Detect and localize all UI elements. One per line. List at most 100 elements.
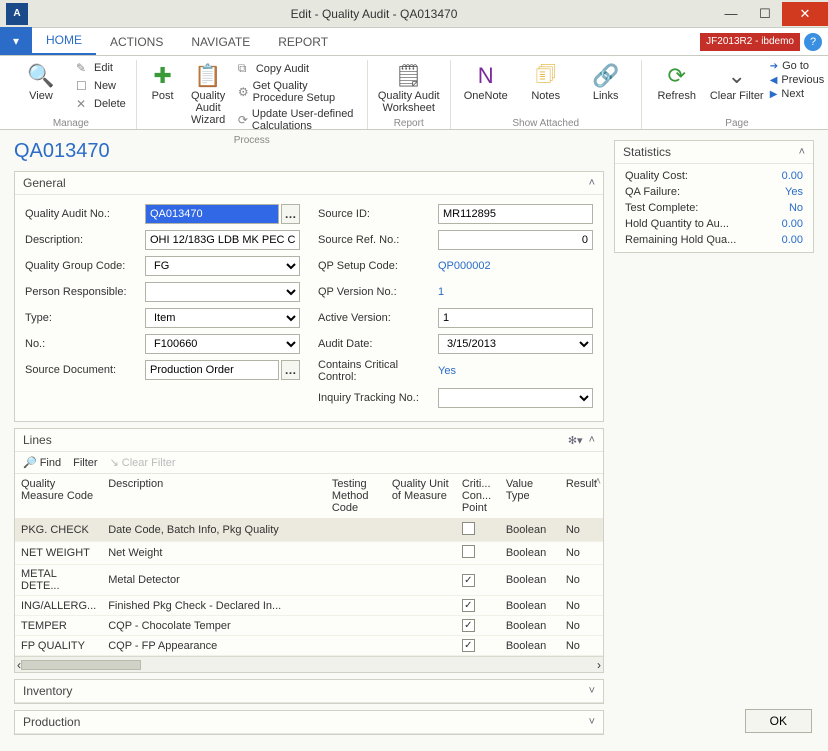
lines-actions-button[interactable]: ✻▾: [568, 434, 583, 447]
col-qum[interactable]: Quality Unit of Measure: [386, 474, 456, 519]
srcdoc-lookup[interactable]: …: [281, 360, 300, 380]
horizontal-scrollbar[interactable]: ‹ ›: [15, 656, 603, 672]
table-row[interactable]: NET WEIGHTNet WeightBooleanNo: [15, 542, 603, 565]
ccc-value[interactable]: Yes: [438, 365, 456, 377]
cell-ccp[interactable]: [456, 542, 500, 565]
stat-value[interactable]: Yes: [785, 186, 803, 198]
qa-no-lookup[interactable]: …: [281, 204, 300, 224]
view-button[interactable]: 🔍 View: [14, 60, 68, 102]
scroll-up-icon[interactable]: ˄: [595, 476, 601, 488]
checkbox[interactable]: ✓: [462, 639, 475, 652]
table-row[interactable]: METAL DETE...Metal Detector✓BooleanNo: [15, 565, 603, 596]
ok-button[interactable]: OK: [745, 709, 812, 733]
collapse-stats-button[interactable]: ˄: [799, 146, 805, 158]
stat-value[interactable]: 0.00: [782, 170, 803, 182]
cell-ccp[interactable]: ✓: [456, 636, 500, 656]
adate-select[interactable]: 3/15/2013: [438, 334, 593, 354]
checkbox[interactable]: [462, 545, 475, 558]
qgc-select[interactable]: FG: [145, 256, 300, 276]
previous-button[interactable]: ◀Previous: [770, 74, 825, 86]
desc-input[interactable]: [145, 230, 300, 250]
panel-general: General ˄ Quality Audit No.:… Descriptio…: [14, 171, 604, 422]
post-label: Post: [152, 90, 174, 102]
table-row[interactable]: ING/ALLERG...Finished Pkg Check - Declar…: [15, 596, 603, 616]
tab-home[interactable]: HOME: [32, 27, 96, 55]
cell-ccp[interactable]: ✓: [456, 616, 500, 636]
filter-button[interactable]: Filter: [73, 457, 97, 469]
collapse-lines-button[interactable]: ˄: [589, 434, 595, 446]
tab-report[interactable]: REPORT: [264, 29, 342, 55]
panel-production[interactable]: Production˅: [14, 710, 604, 735]
copy-audit-button[interactable]: ⧉Copy Audit: [236, 60, 359, 77]
cell-qum: [386, 596, 456, 616]
file-menu[interactable]: ▾: [0, 27, 32, 55]
cell-ccp[interactable]: [456, 519, 500, 542]
pencil-icon: ✎: [76, 61, 90, 75]
cell-qmc: METAL DETE...: [15, 565, 102, 596]
cell-ccp[interactable]: ✓: [456, 565, 500, 596]
help-button[interactable]: ?: [804, 33, 822, 51]
type-select[interactable]: Item: [145, 308, 300, 328]
qa-no-label: Quality Audit No.:: [25, 208, 145, 220]
cell-desc: Net Weight: [102, 542, 326, 565]
clearf-label: Clear Filter: [122, 457, 176, 469]
panel-inventory[interactable]: Inventory˅: [14, 679, 604, 704]
notes-button[interactable]: 🗊Notes: [519, 60, 573, 102]
expand-production-button[interactable]: ˅: [589, 716, 595, 728]
quality-audit-worksheet-button[interactable]: 🗒 Quality Audit Worksheet: [376, 60, 442, 114]
itrack-select[interactable]: [438, 388, 593, 408]
close-button[interactable]: ✕: [782, 2, 828, 26]
col-ccp[interactable]: Criti... Con... Point: [456, 474, 500, 519]
next-button[interactable]: ▶Next: [770, 88, 825, 100]
srcref-input[interactable]: [438, 230, 593, 250]
post-button[interactable]: ✚ Post: [145, 60, 181, 102]
update-calc-button[interactable]: ⟳Update User-defined Calculations: [236, 107, 359, 133]
find-button[interactable]: 🔎Find: [23, 456, 61, 469]
tab-actions[interactable]: ACTIONS: [96, 29, 177, 55]
qa-no-input[interactable]: [145, 204, 279, 224]
no-select[interactable]: F100660: [145, 334, 300, 354]
minimize-button[interactable]: —: [714, 2, 748, 26]
edit-button[interactable]: ✎Edit: [74, 60, 128, 76]
cell-desc: CQP - Chocolate Temper: [102, 616, 326, 636]
srcid-input[interactable]: [438, 204, 593, 224]
refresh-button[interactable]: ⟳Refresh: [650, 60, 704, 102]
links-button[interactable]: 🔗Links: [579, 60, 633, 102]
checkbox[interactable]: [462, 522, 475, 535]
table-row[interactable]: PKG. CHECKDate Code, Batch Info, Pkg Qua…: [15, 519, 603, 542]
qpsetup-link[interactable]: QP000002: [438, 260, 491, 272]
clear-filter-button[interactable]: ⌄Clear Filter: [710, 60, 764, 102]
get-qp-button[interactable]: ⚙Get Quality Procedure Setup: [236, 79, 359, 105]
quality-audit-wizard-button[interactable]: 📋 Quality Audit Wizard: [186, 60, 229, 126]
new-button[interactable]: ☐New: [74, 78, 128, 94]
onenote-button[interactable]: NOneNote: [459, 60, 513, 102]
stat-value[interactable]: No: [789, 202, 803, 214]
ccc-label: Contains Critical Control:: [318, 359, 438, 383]
cell-ccp[interactable]: ✓: [456, 596, 500, 616]
collapse-general-button[interactable]: ˄: [589, 177, 595, 189]
lines-table[interactable]: Quality Measure Code Description Testing…: [15, 474, 603, 656]
qpver-link[interactable]: 1: [438, 286, 444, 298]
clear-filter-button-lines[interactable]: ↘Clear Filter: [110, 456, 176, 469]
active-input[interactable]: [438, 308, 593, 328]
maximize-button[interactable]: ☐: [748, 2, 782, 26]
col-qmc[interactable]: Quality Measure Code: [15, 474, 102, 519]
stat-value[interactable]: 0.00: [782, 218, 803, 230]
table-row[interactable]: TEMPERCQP - Chocolate Temper✓BooleanNo: [15, 616, 603, 636]
col-vtype[interactable]: Value Type: [500, 474, 560, 519]
stat-value[interactable]: 0.00: [782, 234, 803, 246]
table-row[interactable]: FP QUALITYCQP - FP Appearance✓BooleanNo: [15, 636, 603, 656]
expand-inventory-button[interactable]: ˅: [589, 685, 595, 697]
goto-button[interactable]: ➔Go to: [770, 60, 825, 72]
col-tmc[interactable]: Testing Method Code: [326, 474, 386, 519]
person-select[interactable]: [145, 282, 300, 302]
srcdoc-input[interactable]: [145, 360, 279, 380]
scroll-thumb[interactable]: [21, 660, 141, 670]
delete-button[interactable]: ✕Delete: [74, 96, 128, 112]
checkbox[interactable]: ✓: [462, 619, 475, 632]
checkbox[interactable]: ✓: [462, 599, 475, 612]
tab-navigate[interactable]: NAVIGATE: [177, 29, 264, 55]
checkbox[interactable]: ✓: [462, 574, 475, 587]
col-desc[interactable]: Description: [102, 474, 326, 519]
scroll-right-icon[interactable]: ›: [597, 658, 601, 672]
